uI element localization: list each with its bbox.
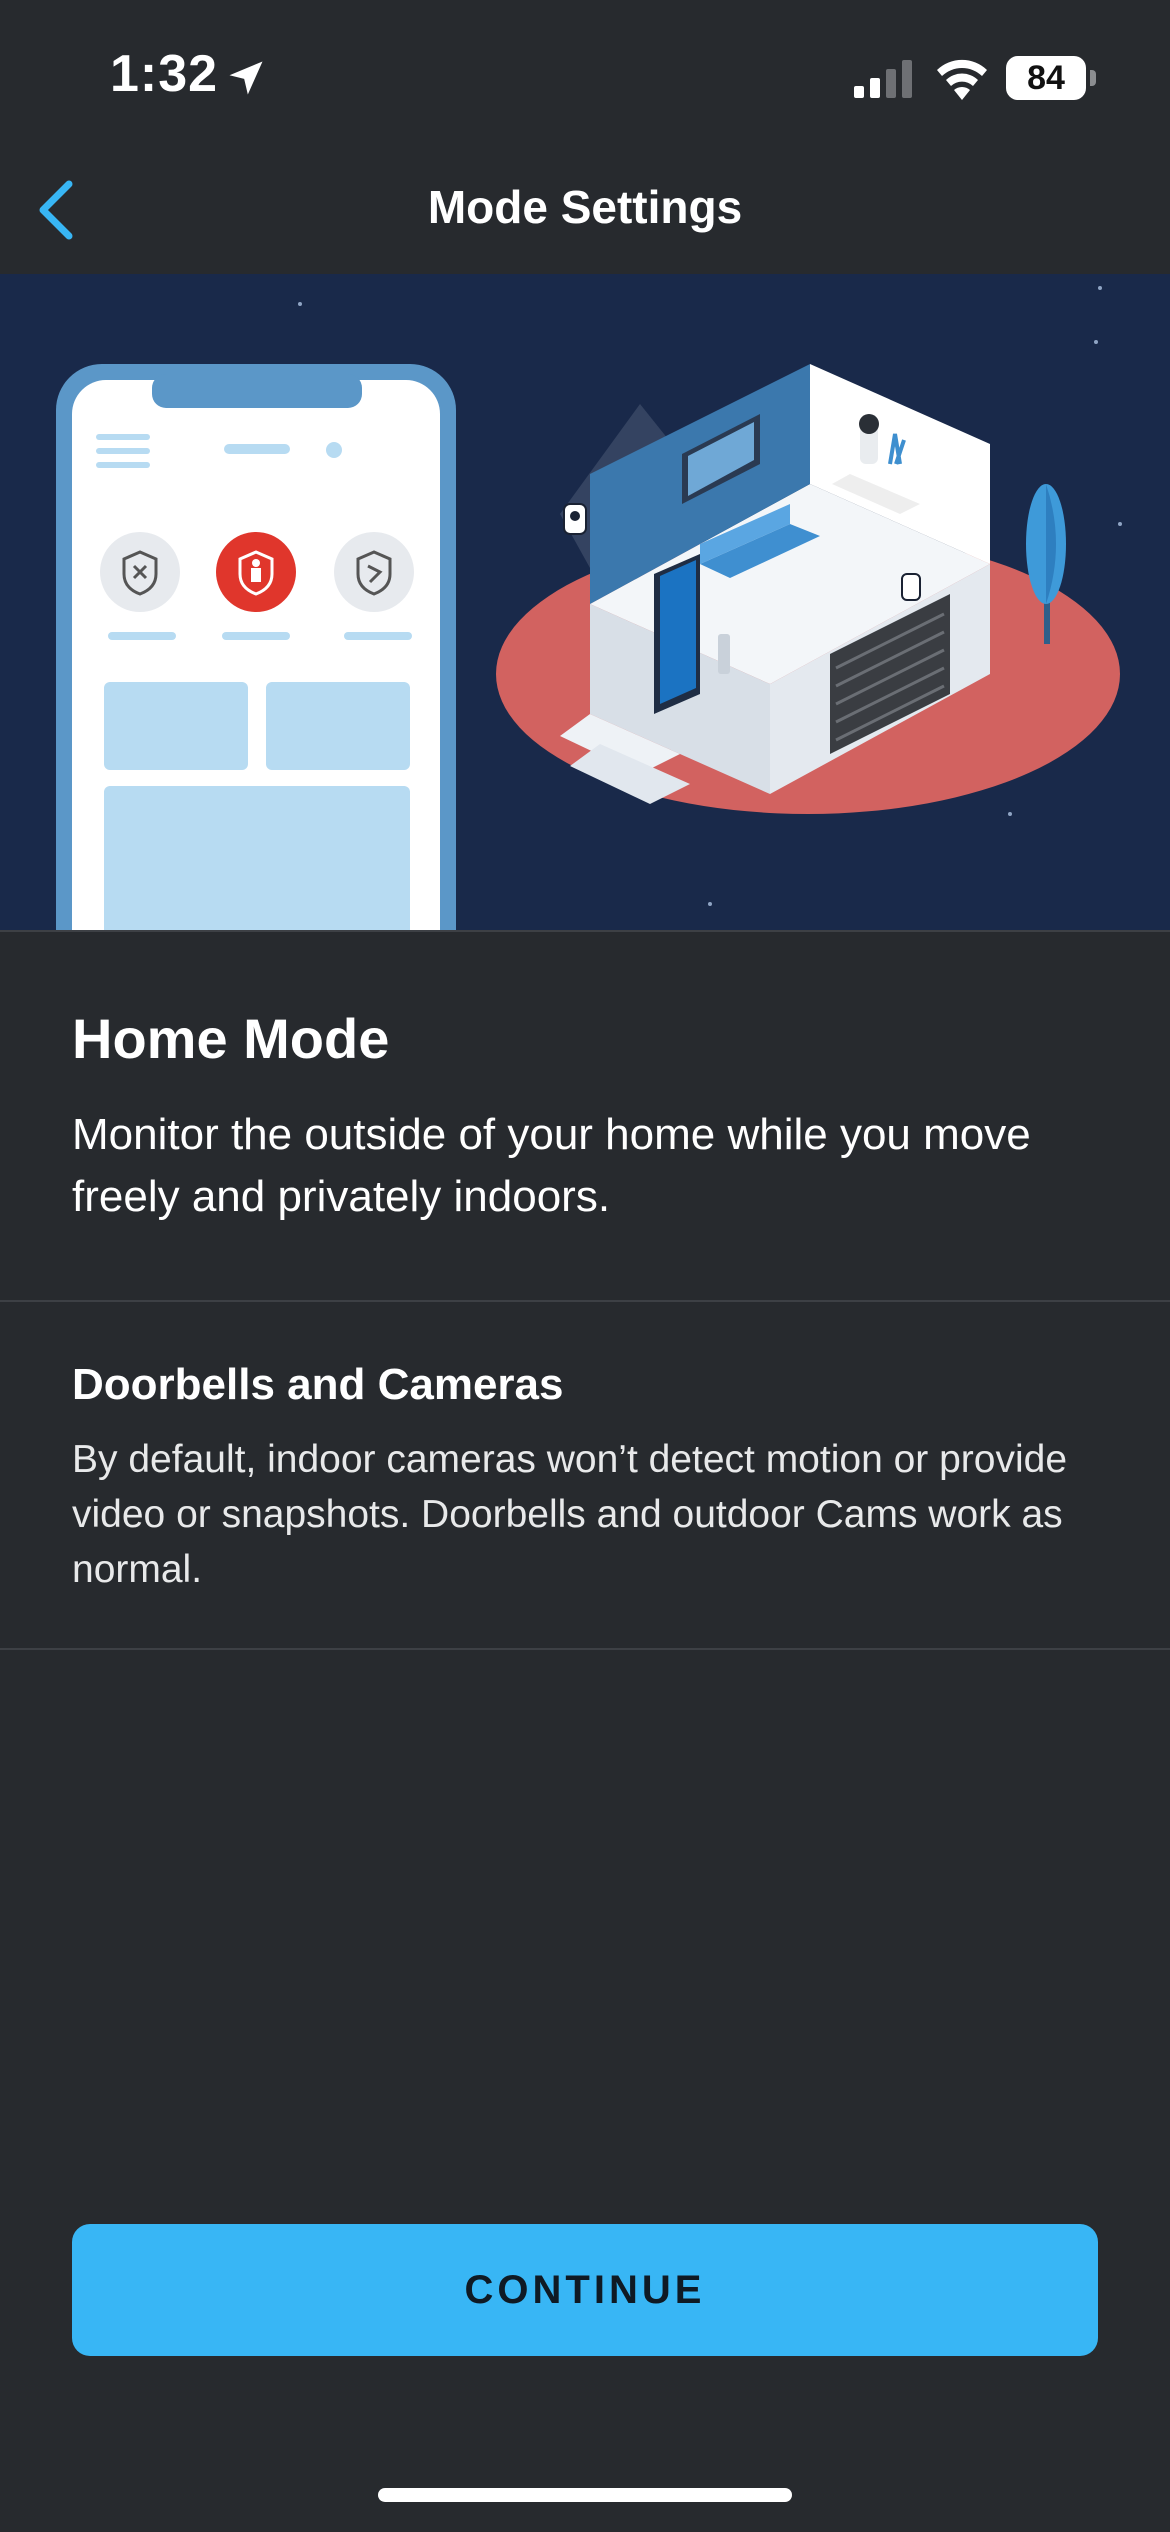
battery-level: 84 — [1027, 58, 1065, 97]
mode-description: Monitor the outside of your home while y… — [72, 1110, 1031, 1221]
section-divider-bottom — [0, 1648, 1170, 1650]
battery-icon: 84 — [1006, 56, 1096, 100]
status-bar: 1:32 84 — [0, 0, 1170, 150]
wifi-icon — [937, 59, 987, 100]
cellular-signal-icon — [854, 60, 912, 98]
mode-title: Home Mode — [72, 1007, 390, 1070]
home-indicator[interactable] — [378, 2488, 792, 2502]
status-time: 1:32 — [110, 45, 219, 103]
hero-divider — [0, 930, 1170, 932]
phone-illustration — [56, 364, 456, 930]
page-title: Mode Settings — [427, 181, 743, 233]
section-description: By default, indoor cameras won’t detect … — [72, 1438, 1068, 1591]
hero-illustration — [0, 274, 1170, 930]
nav-bar: Mode Settings — [0, 150, 1170, 274]
continue-button[interactable]: CONTINUE — [72, 2224, 1098, 2356]
location-arrow-icon — [229, 61, 263, 95]
section-title: Doorbells and Cameras — [72, 1360, 564, 1409]
section-divider-top — [0, 1300, 1170, 1302]
mode-settings-screen: 1:32 84 Mode Settings Home Mode Monitor … — [0, 0, 1170, 2532]
